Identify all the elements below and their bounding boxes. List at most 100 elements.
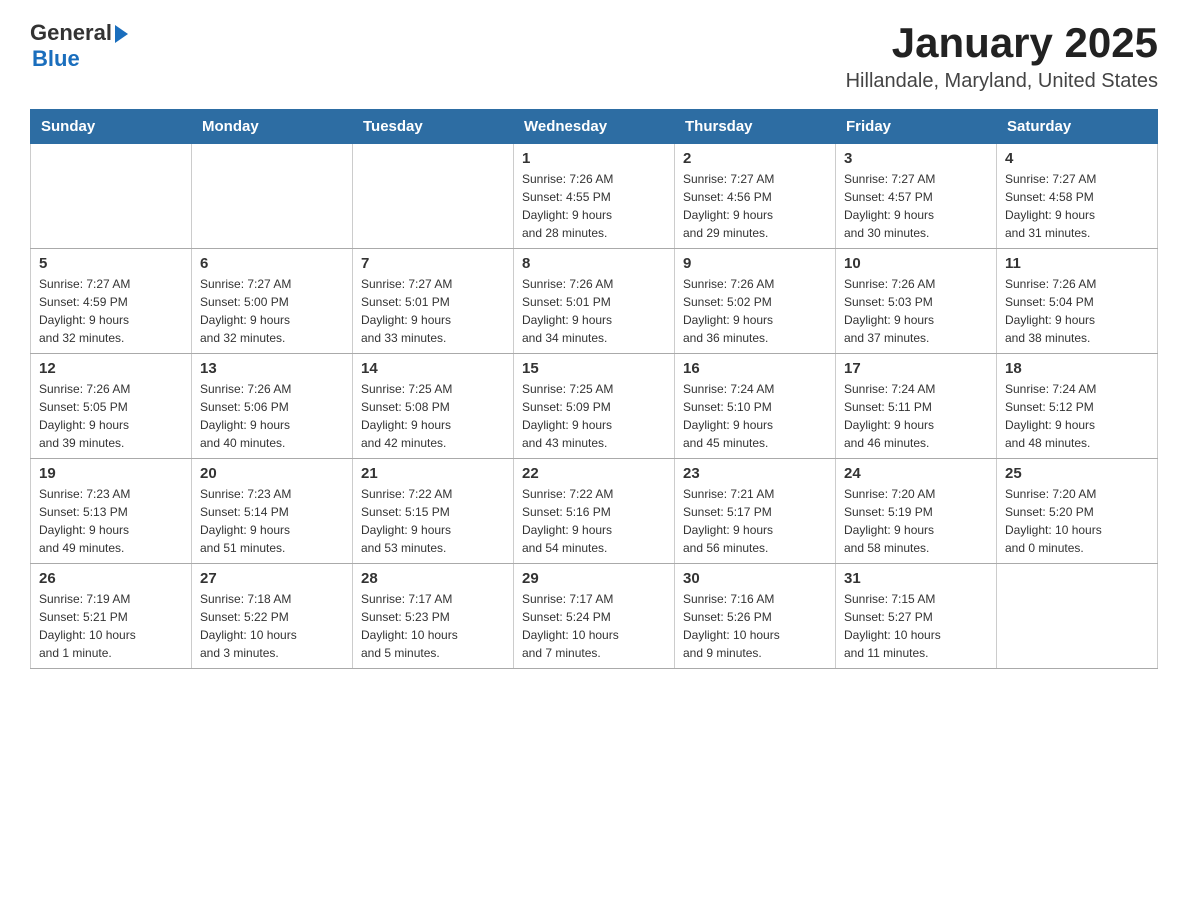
day-number: 22 — [522, 465, 666, 482]
calendar-title: January 2025 — [846, 20, 1158, 66]
day-number: 10 — [844, 255, 988, 272]
calendar-cell: 28 Sunrise: 7:17 AM Sunset: 5:23 PM Dayli… — [353, 564, 514, 669]
day-number: 25 — [1005, 465, 1149, 482]
calendar-cell: 1 Sunrise: 7:26 AM Sunset: 4:55 PM Daylig… — [514, 144, 675, 249]
logo-blue-text: Blue — [32, 46, 80, 71]
day-info: Sunrise: 7:24 AM Sunset: 5:11 PM Dayligh… — [844, 380, 988, 452]
day-number: 31 — [844, 570, 988, 587]
calendar-cell: 6Sunrise: 7:27 AM Sunset: 5:00 PM Daylig… — [192, 249, 353, 354]
day-info: Sunrise: 7:26 AM Sunset: 5:01 PM Dayligh… — [522, 275, 666, 347]
day-info: Sunrise: 7:27 AM Sunset: 4:58 PM Dayligh… — [1005, 170, 1149, 242]
day-info: Sunrise: 7:27 AM Sunset: 5:00 PM Dayligh… — [200, 275, 344, 347]
day-info: Sunrise: 7:26 AM Sunset: 5:05 PM Dayligh… — [39, 380, 183, 452]
day-info: Sunrise: 7:26 AM Sunset: 5:06 PM Dayligh… — [200, 380, 344, 452]
day-number: 1 — [522, 150, 666, 167]
day-number: 4 — [1005, 150, 1149, 167]
day-number: 9 — [683, 255, 827, 272]
calendar-week-row: 26Sunrise: 7:19 AM Sunset: 5:21 PM Dayli… — [31, 564, 1158, 669]
day-info: Sunrise: 7:25 AM Sunset: 5:08 PM Dayligh… — [361, 380, 505, 452]
day-info: Sunrise: 7:22 AM Sunset: 5:15 PM Dayligh… — [361, 485, 505, 557]
day-info: Sunrise: 7:27 AM Sunset: 5:01 PM Dayligh… — [361, 275, 505, 347]
calendar-cell: 15 Sunrise: 7:25 AM Sunset: 5:09 PM Dayli… — [514, 354, 675, 459]
calendar-day-header: Wednesday — [514, 110, 675, 144]
calendar-cell: 11 Sunrise: 7:26 AM Sunset: 5:04 PM Dayli… — [997, 249, 1158, 354]
calendar-week-row: 1 Sunrise: 7:26 AM Sunset: 4:55 PM Daylig… — [31, 144, 1158, 249]
calendar-cell: 7 Sunrise: 7:27 AM Sunset: 5:01 PM Daylig… — [353, 249, 514, 354]
day-info: Sunrise: 7:15 AM Sunset: 5:27 PM Dayligh… — [844, 590, 988, 662]
day-number: 21 — [361, 465, 505, 482]
calendar-table: SundayMondayTuesdayWednesdayThursdayFrid… — [30, 109, 1158, 669]
calendar-cell: 18Sunrise: 7:24 AM Sunset: 5:12 PM Dayli… — [997, 354, 1158, 459]
day-number: 14 — [361, 360, 505, 377]
logo: General Blue — [30, 20, 128, 72]
day-number: 5 — [39, 255, 183, 272]
title-block: January 2025 Hillandale, Maryland, Unite… — [846, 20, 1158, 93]
day-info: Sunrise: 7:24 AM Sunset: 5:12 PM Dayligh… — [1005, 380, 1149, 452]
day-info: Sunrise: 7:23 AM Sunset: 5:14 PM Dayligh… — [200, 485, 344, 557]
calendar-cell: 8Sunrise: 7:26 AM Sunset: 5:01 PM Daylig… — [514, 249, 675, 354]
calendar-cell — [353, 144, 514, 249]
day-number: 29 — [522, 570, 666, 587]
calendar-cell — [31, 144, 192, 249]
calendar-header-row: SundayMondayTuesdayWednesdayThursdayFrid… — [31, 110, 1158, 144]
day-number: 26 — [39, 570, 183, 587]
calendar-cell: 21 Sunrise: 7:22 AM Sunset: 5:15 PM Dayli… — [353, 459, 514, 564]
day-info: Sunrise: 7:22 AM Sunset: 5:16 PM Dayligh… — [522, 485, 666, 557]
day-info: Sunrise: 7:17 AM Sunset: 5:24 PM Dayligh… — [522, 590, 666, 662]
day-number: 16 — [683, 360, 827, 377]
day-info: Sunrise: 7:23 AM Sunset: 5:13 PM Dayligh… — [39, 485, 183, 557]
day-info: Sunrise: 7:27 AM Sunset: 4:57 PM Dayligh… — [844, 170, 988, 242]
calendar-cell: 24 Sunrise: 7:20 AM Sunset: 5:19 PM Dayli… — [836, 459, 997, 564]
day-info: Sunrise: 7:20 AM Sunset: 5:19 PM Dayligh… — [844, 485, 988, 557]
day-info: Sunrise: 7:17 AM Sunset: 5:23 PM Dayligh… — [361, 590, 505, 662]
calendar-cell: 2 Sunrise: 7:27 AM Sunset: 4:56 PM Daylig… — [675, 144, 836, 249]
calendar-cell: 23 Sunrise: 7:21 AM Sunset: 5:17 PM Dayli… — [675, 459, 836, 564]
calendar-cell: 27Sunrise: 7:18 AM Sunset: 5:22 PM Dayli… — [192, 564, 353, 669]
day-number: 23 — [683, 465, 827, 482]
day-info: Sunrise: 7:25 AM Sunset: 5:09 PM Dayligh… — [522, 380, 666, 452]
calendar-cell: 10 Sunrise: 7:26 AM Sunset: 5:03 PM Dayli… — [836, 249, 997, 354]
day-number: 2 — [683, 150, 827, 167]
day-number: 28 — [361, 570, 505, 587]
calendar-cell: 20 Sunrise: 7:23 AM Sunset: 5:14 PM Dayli… — [192, 459, 353, 564]
day-number: 3 — [844, 150, 988, 167]
day-info: Sunrise: 7:26 AM Sunset: 4:55 PM Dayligh… — [522, 170, 666, 242]
day-info: Sunrise: 7:26 AM Sunset: 5:03 PM Dayligh… — [844, 275, 988, 347]
calendar-week-row: 19 Sunrise: 7:23 AM Sunset: 5:13 PM Dayli… — [31, 459, 1158, 564]
calendar-cell: 16Sunrise: 7:24 AM Sunset: 5:10 PM Dayli… — [675, 354, 836, 459]
logo-arrow-icon — [115, 25, 128, 43]
calendar-cell: 22 Sunrise: 7:22 AM Sunset: 5:16 PM Dayli… — [514, 459, 675, 564]
calendar-day-header: Friday — [836, 110, 997, 144]
day-info: Sunrise: 7:26 AM Sunset: 5:04 PM Dayligh… — [1005, 275, 1149, 347]
calendar-cell — [192, 144, 353, 249]
day-info: Sunrise: 7:27 AM Sunset: 4:56 PM Dayligh… — [683, 170, 827, 242]
logo-general-text: General — [30, 20, 112, 46]
day-info: Sunrise: 7:20 AM Sunset: 5:20 PM Dayligh… — [1005, 485, 1149, 557]
calendar-week-row: 5Sunrise: 7:27 AM Sunset: 4:59 PM Daylig… — [31, 249, 1158, 354]
page-header: General Blue January 2025 Hillandale, Ma… — [30, 20, 1158, 93]
calendar-cell: 17 Sunrise: 7:24 AM Sunset: 5:11 PM Dayli… — [836, 354, 997, 459]
calendar-cell: 9 Sunrise: 7:26 AM Sunset: 5:02 PM Daylig… — [675, 249, 836, 354]
calendar-week-row: 12 Sunrise: 7:26 AM Sunset: 5:05 PM Dayli… — [31, 354, 1158, 459]
day-info: Sunrise: 7:26 AM Sunset: 5:02 PM Dayligh… — [683, 275, 827, 347]
calendar-subtitle: Hillandale, Maryland, United States — [846, 70, 1158, 93]
day-number: 24 — [844, 465, 988, 482]
day-number: 15 — [522, 360, 666, 377]
day-number: 17 — [844, 360, 988, 377]
day-number: 20 — [200, 465, 344, 482]
calendar-day-header: Tuesday — [353, 110, 514, 144]
day-number: 12 — [39, 360, 183, 377]
calendar-day-header: Monday — [192, 110, 353, 144]
calendar-cell: 30Sunrise: 7:16 AM Sunset: 5:26 PM Dayli… — [675, 564, 836, 669]
calendar-cell: 25 Sunrise: 7:20 AM Sunset: 5:20 PM Dayli… — [997, 459, 1158, 564]
day-info: Sunrise: 7:21 AM Sunset: 5:17 PM Dayligh… — [683, 485, 827, 557]
calendar-cell: 13Sunrise: 7:26 AM Sunset: 5:06 PM Dayli… — [192, 354, 353, 459]
day-info: Sunrise: 7:16 AM Sunset: 5:26 PM Dayligh… — [683, 590, 827, 662]
day-number: 7 — [361, 255, 505, 272]
calendar-cell: 19 Sunrise: 7:23 AM Sunset: 5:13 PM Dayli… — [31, 459, 192, 564]
calendar-cell: 31 Sunrise: 7:15 AM Sunset: 5:27 PM Dayli… — [836, 564, 997, 669]
day-number: 11 — [1005, 255, 1149, 272]
calendar-day-header: Thursday — [675, 110, 836, 144]
day-number: 19 — [39, 465, 183, 482]
calendar-cell — [997, 564, 1158, 669]
